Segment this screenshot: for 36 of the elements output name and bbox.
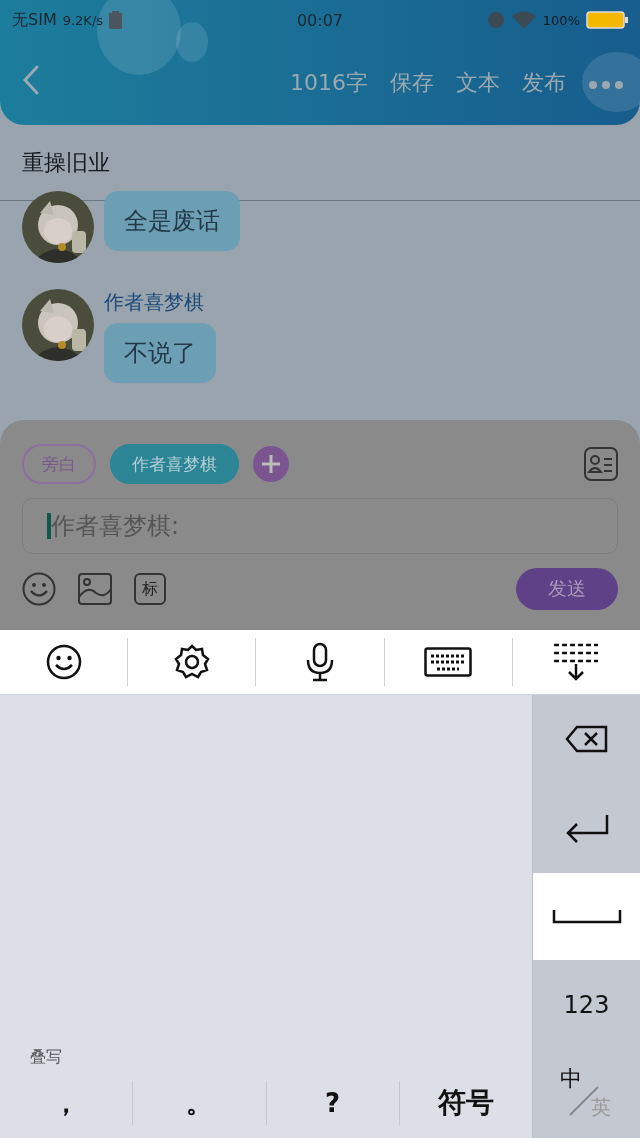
sender-name: 作者喜梦棋 bbox=[104, 289, 204, 315]
header-action[interactable]: 发布 bbox=[522, 67, 566, 98]
battery-percent: 100% bbox=[542, 12, 580, 28]
word-count: 1016字 bbox=[290, 68, 368, 97]
mode-label: 叠写 bbox=[29, 1047, 63, 1068]
space-icon bbox=[551, 908, 622, 925]
network-speed: 9.2K/s bbox=[62, 12, 104, 28]
image-icon[interactable] bbox=[78, 573, 112, 605]
bubble-decoration bbox=[582, 52, 640, 112]
send-button[interactable]: 发送 bbox=[516, 568, 618, 610]
contact-card-icon[interactable] bbox=[584, 447, 618, 481]
keyboard-icon[interactable] bbox=[424, 647, 473, 677]
clipboard-icon bbox=[109, 11, 123, 29]
carrier-text: 无SIM bbox=[12, 9, 57, 31]
microphone-icon[interactable] bbox=[305, 642, 335, 682]
backspace-icon bbox=[564, 724, 609, 753]
role-chip[interactable]: 作者喜梦棋 bbox=[110, 444, 239, 484]
key[interactable]: ? bbox=[266, 1068, 399, 1138]
hide-keyboard-icon[interactable] bbox=[552, 642, 601, 682]
smiley-icon[interactable] bbox=[22, 572, 56, 606]
message-bubble: 不说了 bbox=[104, 323, 216, 383]
handwriting-area[interactable]: 叠写 ， 。 ? 符号 bbox=[0, 695, 532, 1138]
header-action[interactable]: 保存 bbox=[390, 67, 434, 98]
clock-time: 00:07 bbox=[296, 10, 344, 30]
story-title: 重操旧业 bbox=[22, 148, 110, 177]
battery-icon bbox=[586, 11, 628, 29]
key[interactable]: ， bbox=[0, 1068, 133, 1138]
emoji-icon[interactable] bbox=[45, 644, 82, 680]
tag-button[interactable]: 标 bbox=[134, 573, 166, 605]
settings-icon[interactable] bbox=[172, 643, 211, 681]
message-bubble: 全是废话 bbox=[104, 191, 240, 251]
add-icon[interactable] bbox=[253, 446, 289, 482]
key[interactable]: 符号 bbox=[399, 1068, 532, 1138]
wifi-icon bbox=[510, 11, 537, 29]
header-action[interactable]: 文本 bbox=[456, 67, 500, 98]
key[interactable]: 。 bbox=[133, 1068, 266, 1138]
